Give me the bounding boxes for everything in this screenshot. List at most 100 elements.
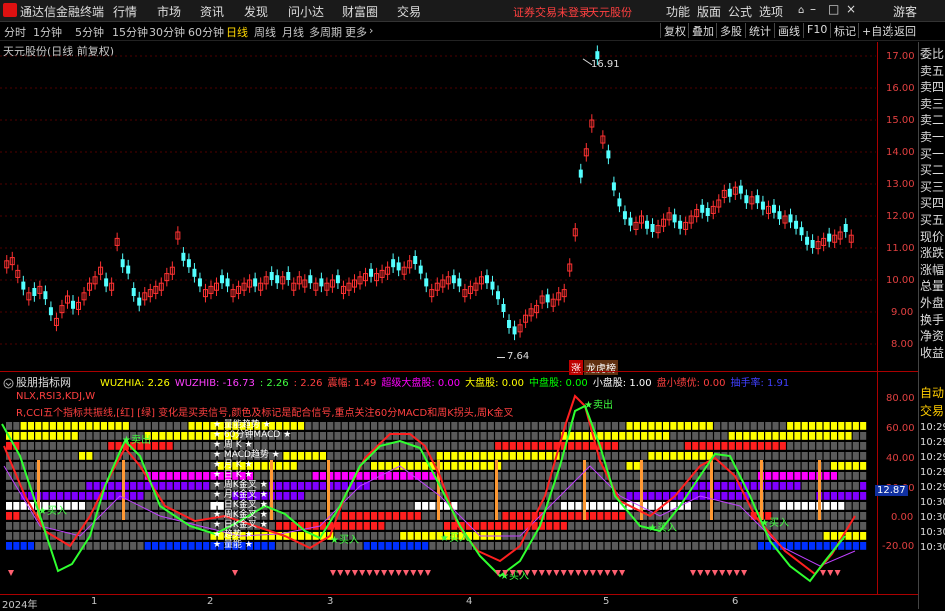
period-30min[interactable]: 30分钟 bbox=[149, 24, 185, 40]
quote-field-label[interactable]: 总量 bbox=[920, 277, 944, 294]
guest-button[interactable]: 游客 bbox=[893, 3, 917, 20]
quote-field-label[interactable]: 卖五 bbox=[920, 62, 944, 79]
period-60min[interactable]: 60分钟 bbox=[188, 24, 224, 40]
quote-field-label[interactable]: 买三 bbox=[920, 178, 944, 195]
menu-faxian[interactable]: 发现 bbox=[244, 3, 268, 20]
menu-zixun[interactable]: 资讯 bbox=[200, 3, 224, 20]
period-more[interactable]: 更多 bbox=[345, 24, 367, 40]
menu-gongshi[interactable]: 公式 bbox=[728, 3, 752, 20]
period-monthly[interactable]: 月线 bbox=[282, 24, 304, 40]
quote-field-label[interactable]: 买一 bbox=[920, 145, 944, 162]
indicator-cell bbox=[845, 502, 852, 510]
indicator-chart[interactable]: ★卖出★买入★卖出★买入 ★买入★买入★买入 ★买入 bbox=[0, 386, 878, 594]
btn-back[interactable]: 返回 bbox=[890, 23, 919, 38]
menu-banmian[interactable]: 版面 bbox=[697, 3, 721, 20]
indicator-cell bbox=[845, 432, 852, 440]
period-weekly[interactable]: 周线 bbox=[254, 24, 276, 40]
quote-field-label[interactable]: 现价 bbox=[920, 228, 944, 245]
indicator-cell bbox=[203, 442, 210, 450]
indicator-cell bbox=[414, 522, 421, 530]
indicator-cell bbox=[6, 492, 13, 500]
quote-field-label[interactable]: 收益 bbox=[920, 344, 944, 361]
indicator-cell bbox=[779, 432, 786, 440]
price-tick: 9.00 bbox=[891, 307, 914, 318]
candle-body bbox=[545, 294, 550, 303]
quote-field-label[interactable]: 涨跌 bbox=[920, 244, 944, 261]
indicator-cell bbox=[648, 542, 655, 550]
indicator-cell bbox=[108, 492, 115, 500]
indicator-center-label: ★ 周K金叉 ★ bbox=[213, 480, 268, 490]
indicator-cell bbox=[860, 502, 867, 510]
menu-shichang[interactable]: 市场 bbox=[157, 3, 181, 20]
auto-trade-label[interactable]: 自动 bbox=[920, 384, 944, 401]
quote-field-label[interactable]: 买四 bbox=[920, 194, 944, 211]
indicator-cell bbox=[429, 522, 436, 530]
indicator-cell bbox=[509, 502, 516, 510]
indicator-cell bbox=[203, 542, 210, 550]
help-icon[interactable]: ⌂ bbox=[798, 5, 804, 16]
btn-tongji[interactable]: 统计 bbox=[745, 23, 774, 38]
chevron-right-icon[interactable]: › bbox=[369, 24, 373, 37]
quote-field-label[interactable]: 涨幅 bbox=[920, 261, 944, 278]
menu-hangqing[interactable]: 行情 bbox=[113, 3, 137, 20]
quote-field-label[interactable]: 换手 bbox=[920, 311, 944, 328]
menu-caifuquan[interactable]: 财富圈 bbox=[342, 3, 378, 20]
indicator-cell bbox=[524, 482, 531, 490]
period-daily[interactable]: 日线 bbox=[226, 24, 248, 40]
indicator-tick: -20.00 bbox=[882, 541, 915, 552]
quote-field-label[interactable]: 卖二 bbox=[920, 111, 944, 128]
auto-trade-label[interactable]: 交易 bbox=[920, 402, 944, 419]
period-1min[interactable]: 1分钟 bbox=[33, 24, 62, 40]
btn-diejia[interactable]: 叠加 bbox=[688, 23, 717, 38]
period-15min[interactable]: 15分钟 bbox=[112, 24, 148, 40]
kline-chart[interactable] bbox=[0, 42, 880, 370]
menu-wenxiaoda[interactable]: 问小达 bbox=[288, 3, 324, 20]
period-fenshi[interactable]: 分时 bbox=[4, 24, 26, 40]
indicator-cell bbox=[35, 532, 42, 540]
indicator-cell bbox=[86, 432, 93, 440]
quote-field-label[interactable]: 委比 bbox=[920, 45, 944, 62]
period-5min[interactable]: 5分钟 bbox=[75, 24, 104, 40]
indicator-cell bbox=[100, 462, 107, 470]
minimize-icon[interactable]: – bbox=[810, 2, 816, 16]
period-multi[interactable]: 多周期 bbox=[309, 24, 342, 40]
btn-duogu[interactable]: 多股 bbox=[716, 23, 745, 38]
indicator-cell bbox=[590, 512, 597, 520]
quote-field-label[interactable]: 外盘 bbox=[920, 294, 944, 311]
menu-jiaoyi[interactable]: 交易 bbox=[397, 3, 421, 20]
trade-login-notice[interactable]: 证券交易未登录 bbox=[513, 4, 590, 20]
indicator-cell bbox=[531, 502, 538, 510]
quote-field-label[interactable]: 卖三 bbox=[920, 95, 944, 112]
btn-f10[interactable]: F10 bbox=[803, 23, 830, 38]
quote-field-label[interactable]: 买五 bbox=[920, 211, 944, 228]
indicator-menu-icon[interactable] bbox=[3, 374, 17, 389]
indicator-cell bbox=[852, 532, 859, 540]
btn-fuquan[interactable]: 复权 bbox=[660, 23, 689, 38]
indicator-cell bbox=[385, 492, 392, 500]
diamond-marker bbox=[381, 570, 388, 576]
indicator-cell bbox=[502, 472, 509, 480]
btn-biaoji[interactable]: 标记 bbox=[830, 23, 859, 38]
close-icon[interactable]: × bbox=[846, 2, 856, 16]
btn-huaxian[interactable]: 画线 bbox=[774, 23, 803, 38]
indicator-cell bbox=[721, 532, 728, 540]
diamond-marker bbox=[8, 570, 14, 576]
quote-field-label[interactable]: 卖四 bbox=[920, 78, 944, 95]
menu-xuanxiang[interactable]: 选项 bbox=[759, 3, 783, 20]
indicator-cell bbox=[641, 542, 648, 550]
quote-field-label[interactable]: 买二 bbox=[920, 161, 944, 178]
menu-gongneng[interactable]: 功能 bbox=[666, 3, 690, 20]
indicator-cell bbox=[57, 492, 64, 500]
indicator-cell bbox=[801, 532, 808, 540]
indicator-cell bbox=[757, 452, 764, 460]
indicator-cell bbox=[765, 482, 772, 490]
indicator-cell bbox=[655, 462, 662, 470]
quote-field-label[interactable]: 净资 bbox=[920, 327, 944, 344]
indicator-tick: 40.00 bbox=[886, 453, 915, 464]
indicator-cell bbox=[64, 482, 71, 490]
indicator-cell bbox=[538, 482, 545, 490]
indicator-cell bbox=[49, 462, 56, 470]
quote-field-label[interactable]: 卖一 bbox=[920, 128, 944, 145]
maximize-icon[interactable]: □ bbox=[828, 2, 839, 16]
indicator-cell bbox=[465, 442, 472, 450]
